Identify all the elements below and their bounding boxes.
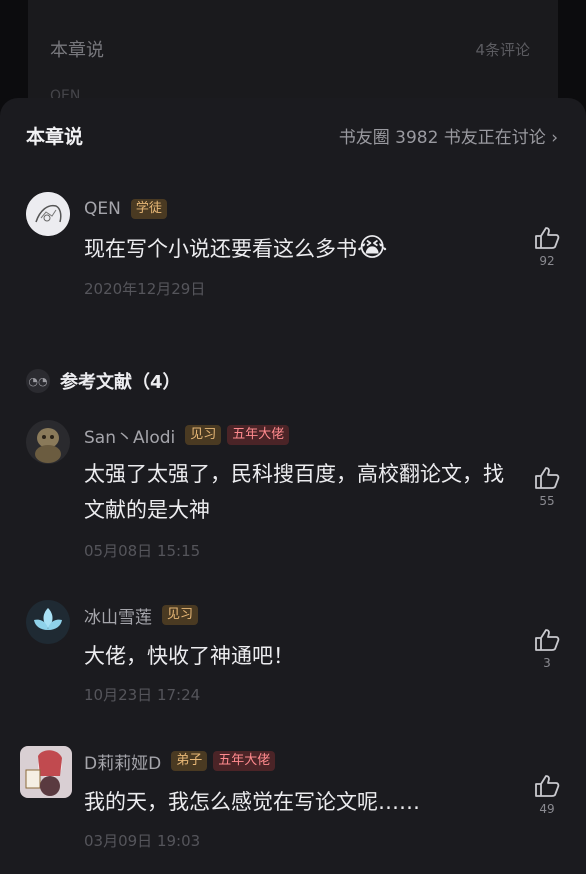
- thumbs-up-icon: [535, 775, 560, 797]
- avatar[interactable]: [26, 192, 70, 236]
- section-title: 参考文献（4）: [60, 372, 181, 393]
- name-row: San丶Alodi 见习 五年大佬: [84, 422, 290, 448]
- like-button[interactable]: 3: [530, 628, 564, 670]
- name-row: 冰山雪莲 见习: [84, 602, 199, 628]
- level-badge: 见习: [185, 425, 222, 445]
- like-count: 92: [539, 254, 555, 268]
- username[interactable]: San丶Alodi: [84, 423, 175, 448]
- level-badge: 弟子: [171, 751, 208, 771]
- avatar-anime-icon: [20, 746, 72, 798]
- username[interactable]: D莉莉娅D: [84, 749, 161, 774]
- comment-text: 太强了太强了，民科搜百度，高校翻论文，找文献的是大神: [84, 462, 504, 522]
- background-title: 本章说: [50, 40, 104, 61]
- comment-date: 03月09日 19:03: [84, 832, 201, 850]
- background-comment-count[interactable]: 4条评论: [475, 39, 530, 60]
- comment-date: 2020年12月29日: [84, 280, 206, 298]
- like-count: 55: [539, 494, 555, 508]
- like-count: 3: [543, 656, 551, 670]
- thumbs-up-icon: [535, 629, 560, 651]
- avatar[interactable]: [26, 600, 70, 644]
- comment-text-content: 现在写个小说还要看这么多书: [84, 237, 357, 261]
- comment-sheet: 本章说 书友圈 3982 书友正在讨论 › QEN 学徒 现在写个小说还要看这么…: [0, 98, 586, 874]
- like-button[interactable]: 92: [530, 226, 564, 268]
- comment-text: 现在写个小说还要看这么多书😭: [84, 230, 514, 267]
- level-badge: 学徒: [130, 199, 167, 219]
- sheet-header: 本章说 书友圈 3982 书友正在讨论 ›: [0, 98, 586, 170]
- avatar-sketch-icon: [26, 192, 70, 236]
- like-button[interactable]: 49: [530, 774, 564, 816]
- sheet-title: 本章说: [26, 126, 84, 148]
- username[interactable]: 冰山雪莲: [84, 603, 152, 628]
- thumbs-up-icon: [535, 227, 560, 249]
- name-row: D莉莉娅D 弟子 五年大佬: [84, 748, 276, 774]
- crying-emoji-icon: 😭: [357, 233, 388, 263]
- comment-date: 05月08日 15:15: [84, 542, 201, 560]
- quote-icon: ◔◔: [26, 369, 50, 393]
- comment-text: 大佬，快收了神通吧！: [84, 644, 294, 668]
- comment-text: 我的天，我怎么感觉在写论文呢……: [84, 790, 420, 814]
- like-count: 49: [539, 802, 555, 816]
- level-badge: 见习: [162, 605, 199, 625]
- section-header: ◔◔ 参考文献（4）: [26, 368, 181, 394]
- like-button[interactable]: 55: [530, 466, 564, 508]
- discussion-link[interactable]: 书友圈 3982 书友正在讨论 ›: [339, 123, 558, 148]
- avatar[interactable]: [20, 746, 72, 798]
- avatar[interactable]: [26, 420, 70, 464]
- veteran-badge: 五年大佬: [227, 425, 290, 445]
- avatar-lotus-icon: [26, 600, 70, 644]
- veteran-badge: 五年大佬: [213, 751, 276, 771]
- avatar-figure-icon: [26, 420, 70, 464]
- name-row: QEN 学徒: [84, 196, 167, 222]
- comment-date: 10月23日 17:24: [84, 686, 201, 704]
- username[interactable]: QEN: [84, 199, 121, 219]
- thumbs-up-icon: [535, 467, 560, 489]
